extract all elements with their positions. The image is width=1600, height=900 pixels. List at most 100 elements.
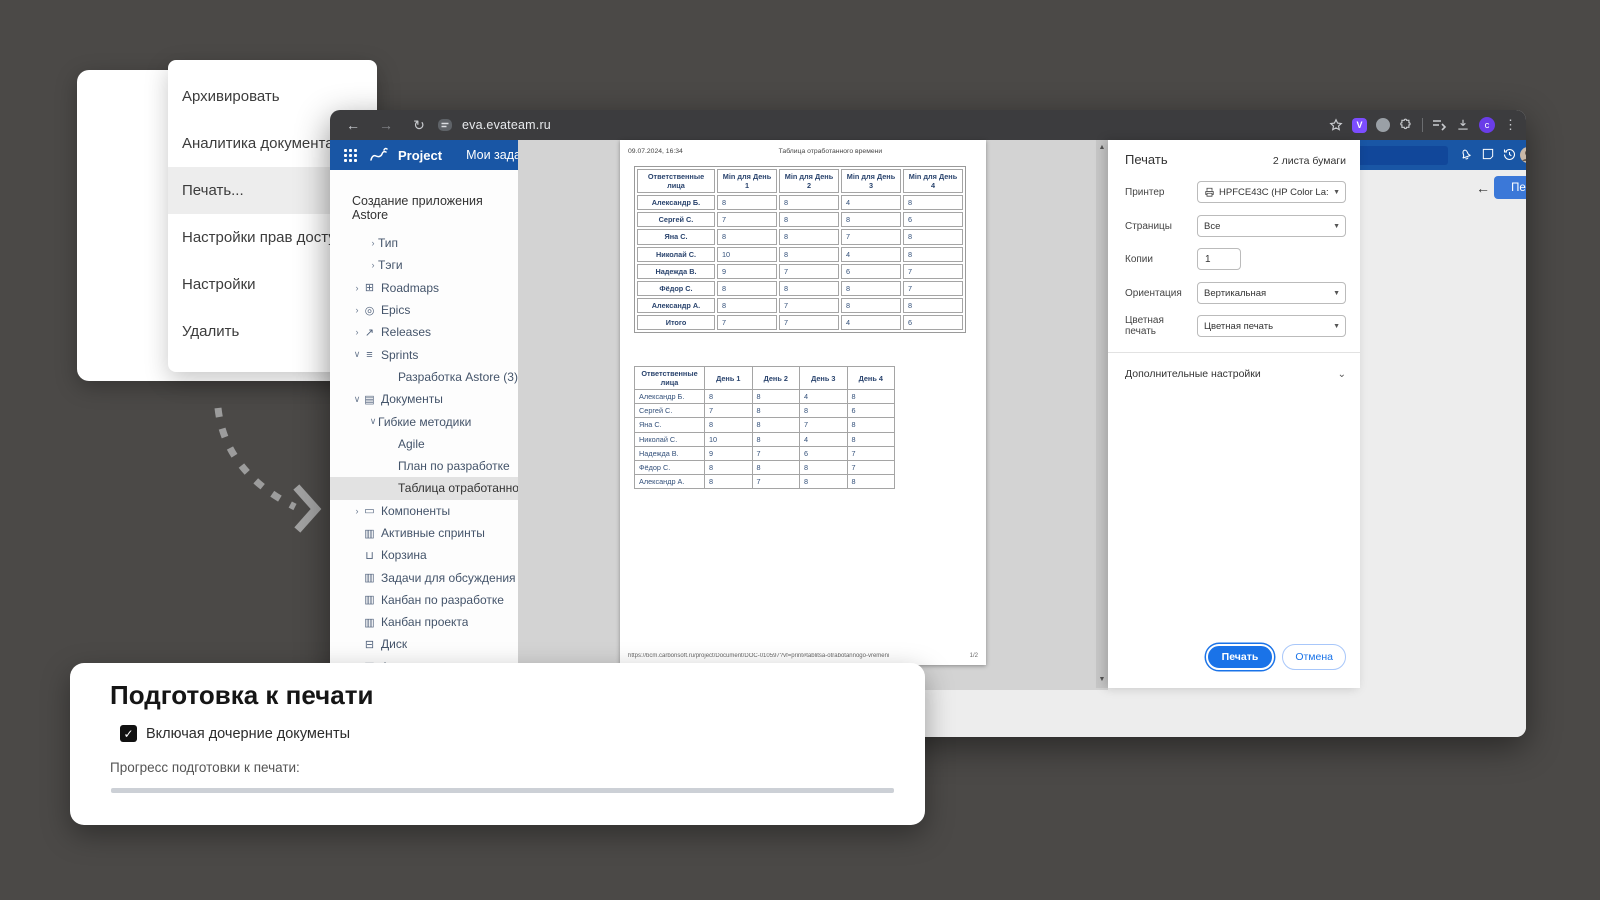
table-value-cell: 8 [705, 474, 753, 488]
sidebar-item-label: Тип [378, 236, 398, 250]
table-value-cell: 8 [847, 390, 895, 404]
dashed-arrow-annotation [195, 390, 335, 545]
sidebar-item[interactable]: ⊔Корзина [330, 544, 518, 566]
print-page-indicator: 1/2 [970, 653, 978, 659]
sidebar-item[interactable]: ▥Активные спринты [330, 522, 518, 544]
preview-scrollbar[interactable]: ▲ ▼ [1096, 140, 1108, 688]
sidebar-item[interactable]: ▥Канбан по разработке [330, 589, 518, 611]
sidebar-item[interactable]: ⊟Диск [330, 633, 518, 655]
disk-icon: ⊟ [362, 638, 377, 651]
sidebar-item[interactable]: ∨Гибкие методики [330, 410, 518, 432]
bookmark-star-icon[interactable] [1329, 118, 1343, 132]
table-value-cell: 8 [903, 195, 963, 210]
chevron-right-icon[interactable]: › [368, 260, 378, 270]
browser-forward-icon[interactable]: → [376, 117, 396, 133]
sidebar-item[interactable]: ›⊞ Roadmaps [330, 277, 518, 299]
sidebar-item[interactable]: Таблица отработанного времен [330, 477, 518, 499]
profile-avatar[interactable]: c [1479, 117, 1495, 133]
sidebar-item[interactable]: ›Тип [330, 232, 518, 254]
table-name-cell: Надежда В. [637, 264, 715, 279]
printer-select[interactable]: HPFCE43C (HP Color La:▼ [1197, 181, 1346, 203]
table-name-cell: Фёдор С. [635, 460, 705, 474]
table-value-cell: 7 [705, 404, 753, 418]
table-value-cell: 7 [779, 315, 839, 330]
screenshot-stage: АрхивироватьАналитика документаПечать...… [0, 0, 1600, 900]
table-row: Александр А.8788 [635, 474, 895, 488]
chevron-right-icon[interactable]: › [368, 238, 378, 248]
chevron-right-icon[interactable]: › [352, 506, 362, 516]
table-name-cell: Итого [637, 315, 715, 330]
scroll-down-icon[interactable]: ▼ [1096, 674, 1108, 686]
product-name[interactable]: Project [398, 148, 442, 163]
evateam-logo-icon[interactable] [369, 147, 391, 163]
browser-back-icon[interactable]: ← [343, 117, 363, 133]
sidebar-item[interactable]: ›↗Releases [330, 321, 518, 343]
downloads-icon[interactable] [1456, 118, 1470, 132]
chevron-right-icon[interactable]: › [352, 283, 362, 293]
board-icon: ▥ [362, 571, 377, 584]
url-text[interactable]: eva.evateam.ru [462, 118, 551, 132]
table-value-cell: 7 [752, 446, 800, 460]
browser-reload-icon[interactable]: ↻ [409, 117, 429, 134]
extensions-puzzle-icon[interactable] [1399, 118, 1413, 132]
extension-v-icon[interactable]: V [1352, 118, 1367, 133]
apps-grid-icon[interactable] [344, 149, 357, 162]
pages-select[interactable]: Все▼ [1197, 215, 1346, 237]
history-icon[interactable] [1502, 147, 1517, 162]
notifications-bell-icon[interactable] [1458, 147, 1473, 162]
sidebar-item-label: Roadmaps [381, 281, 439, 295]
tab-list-icon[interactable] [1432, 119, 1447, 131]
dialog-print-button[interactable]: Печать [1206, 644, 1275, 670]
color-print-select[interactable]: Цветная печать▼ [1197, 315, 1346, 337]
table-value-cell: 7 [903, 264, 963, 279]
scroll-up-icon[interactable]: ▲ [1096, 142, 1108, 154]
table-value-cell: 6 [903, 315, 963, 330]
sidebar-item[interactable]: ▥Канбан проекта [330, 611, 518, 633]
orientation-label: Ориентация [1125, 288, 1197, 299]
sidebar-item[interactable]: ▥Задачи для обсуждения [330, 566, 518, 588]
sidebar-item[interactable]: ∨≡Sprints [330, 343, 518, 365]
page-back-icon[interactable]: ← [1476, 180, 1490, 196]
sidebar-item[interactable]: Разработка Astore (3) [330, 366, 518, 388]
more-settings-row[interactable]: Дополнительные настройки ⌄ [1125, 368, 1346, 380]
table-name-cell: Сергей С. [635, 404, 705, 418]
table-row: Надежда В.9767 [635, 446, 895, 460]
board-icon: ▥ [362, 616, 377, 629]
sidebar-item[interactable]: ∨▤Документы [330, 388, 518, 410]
copies-input[interactable] [1197, 248, 1241, 270]
orientation-select[interactable]: Вертикальная▼ [1197, 282, 1346, 304]
table-value-cell: 9 [705, 446, 753, 460]
sidebar-item[interactable]: Agile [330, 433, 518, 455]
chevron-down-icon[interactable]: ∨ [368, 416, 378, 427]
dialog-cancel-button[interactable]: Отмена [1282, 644, 1346, 670]
chevron-down-icon: ⌄ [1338, 369, 1346, 380]
print-preview-page: 09.07.2024, 16:34 Таблица отработанного … [620, 140, 986, 665]
printer-label: Принтер [1125, 187, 1197, 198]
color-print-label: Цветная печать [1125, 315, 1197, 337]
project-title[interactable]: Создание приложения Astore [352, 194, 518, 222]
user-avatar[interactable] [1520, 147, 1526, 163]
print-dialog-title: Печать [1125, 152, 1273, 167]
include-children-checkbox[interactable]: ✓ [120, 725, 137, 742]
chevron-down-icon[interactable]: ∨ [352, 349, 362, 360]
browser-menu-icon[interactable]: ⋮ [1504, 117, 1518, 133]
chevron-down-icon[interactable]: ∨ [352, 394, 362, 405]
sidebar-item[interactable]: ›◎Epics [330, 299, 518, 321]
page-print-button[interactable]: Печать [1494, 176, 1526, 199]
chevron-right-icon[interactable]: › [352, 305, 362, 315]
roadmap-icon: ⊞ [362, 281, 377, 294]
sidebar-item-label: Активные спринты [381, 526, 485, 540]
sidebar-item[interactable]: План по разработке [330, 455, 518, 477]
chevron-right-icon[interactable]: › [352, 327, 362, 337]
extension-globe-icon[interactable] [1376, 118, 1390, 132]
notes-icon[interactable] [1481, 147, 1495, 161]
site-info-icon[interactable] [437, 118, 453, 132]
sidebar-item[interactable]: ›Тэги [330, 254, 518, 276]
board-icon: ▥ [362, 593, 377, 606]
table-name-cell: Александр А. [637, 298, 715, 313]
table-value-cell: 6 [841, 264, 901, 279]
table-value-cell: 8 [847, 474, 895, 488]
sidebar-item-label: Документы [381, 392, 443, 406]
sidebar-item[interactable]: ›▭Компоненты [330, 500, 518, 522]
table-value-cell: 7 [847, 460, 895, 474]
